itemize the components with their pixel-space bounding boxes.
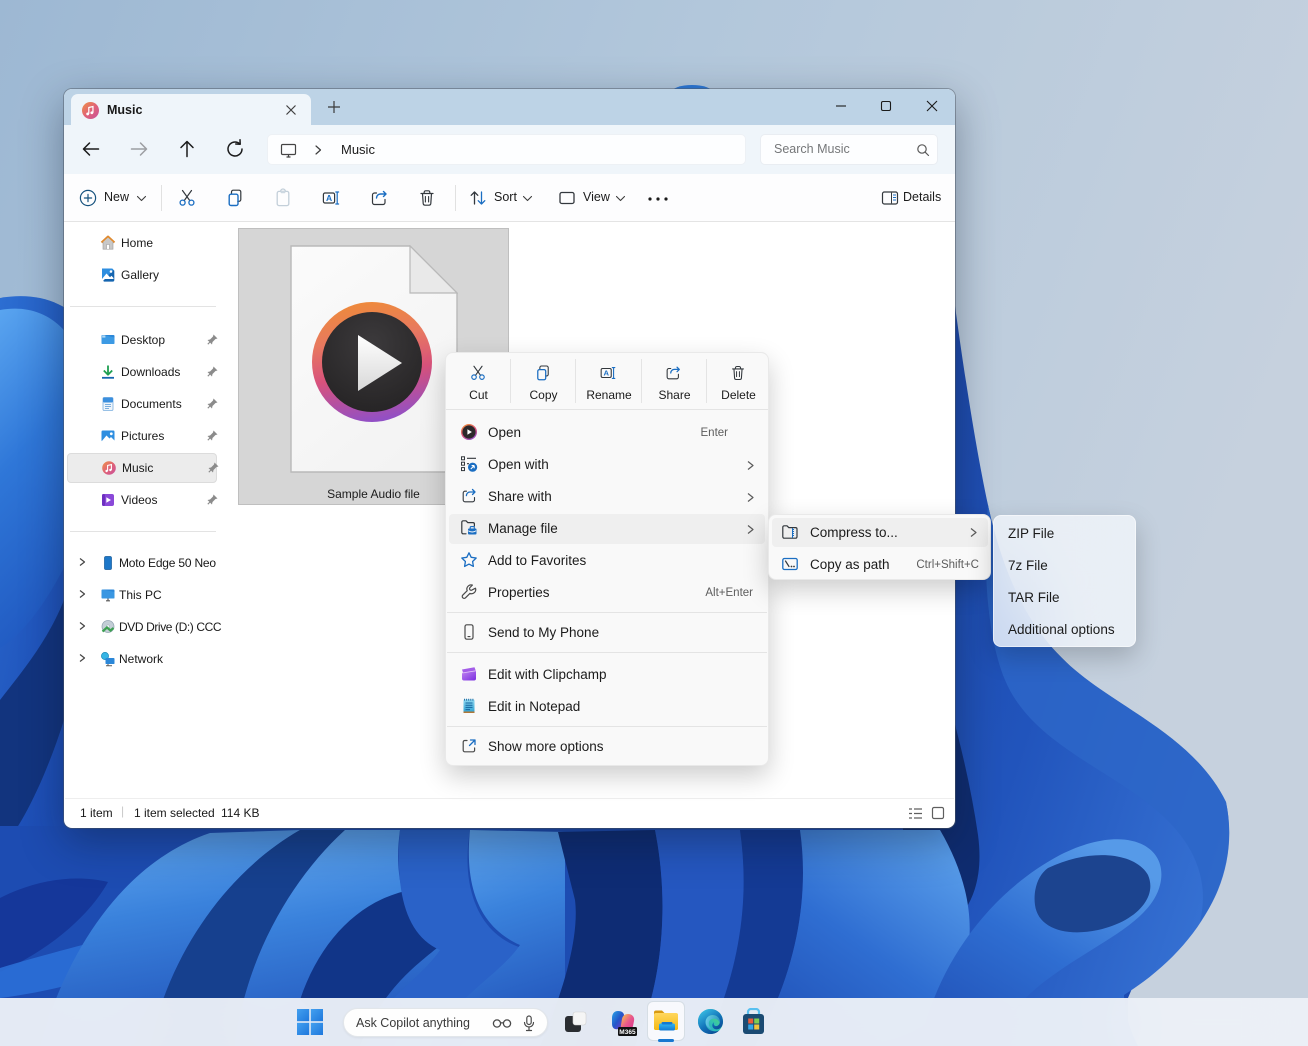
svg-text:A: A — [326, 193, 332, 203]
svg-text:M365: M365 — [619, 1029, 636, 1036]
svg-text:A: A — [604, 369, 610, 378]
